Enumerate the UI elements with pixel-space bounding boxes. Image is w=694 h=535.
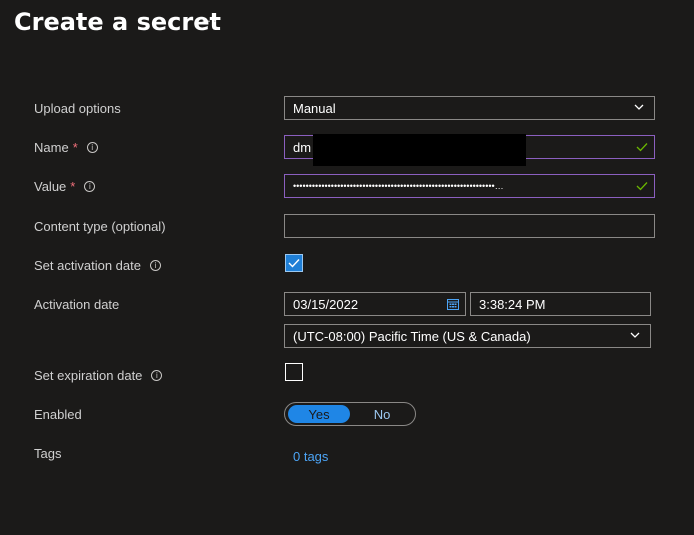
redaction-block <box>313 134 526 166</box>
set-expiration-checkbox[interactable] <box>285 363 303 381</box>
set-activation-label-text: Set activation date <box>34 258 141 273</box>
timezone-value: (UTC-08:00) Pacific Time (US & Canada) <box>293 328 531 344</box>
content-type-input[interactable] <box>284 214 655 238</box>
enabled-toggle[interactable]: Yes No <box>284 402 416 426</box>
set-expiration-label-text: Set expiration date <box>34 368 143 383</box>
name-label-text: Name <box>34 140 69 155</box>
secret-value-input[interactable]: ••••••••••••••••••••••••••••••••••••••••… <box>284 174 655 198</box>
info-icon[interactable]: i <box>86 142 98 153</box>
enabled-yes-option[interactable]: Yes <box>288 405 350 423</box>
chevron-down-icon <box>634 104 644 110</box>
activation-date-label: Activation date <box>34 297 119 312</box>
activation-date-input[interactable]: 03/15/2022 <box>284 292 466 316</box>
upload-options-select[interactable]: Manual <box>284 96 655 120</box>
checkmark-icon <box>636 182 648 191</box>
set-activation-checkbox[interactable] <box>285 254 303 272</box>
info-icon[interactable]: i <box>149 260 161 271</box>
set-expiration-label: Set expiration date i <box>34 368 163 383</box>
activation-date-value: 03/15/2022 <box>293 296 359 312</box>
enabled-no-option[interactable]: No <box>351 405 413 423</box>
enabled-label-text: Enabled <box>34 407 82 422</box>
upload-options-value: Manual <box>293 100 336 116</box>
name-value: dm <box>293 139 312 155</box>
required-marker: * <box>70 179 76 194</box>
tags-label-text: Tags <box>34 446 62 461</box>
info-icon[interactable]: i <box>151 370 163 381</box>
checkmark-icon <box>288 259 300 268</box>
enabled-label: Enabled <box>34 407 82 422</box>
set-activation-label: Set activation date i <box>34 258 161 273</box>
chevron-down-icon <box>630 332 640 338</box>
info-icon[interactable]: i <box>84 181 96 192</box>
checkmark-icon <box>636 143 648 152</box>
activation-date-label-text: Activation date <box>34 297 120 312</box>
value-label-text: Value <box>34 179 67 194</box>
timezone-select[interactable]: (UTC-08:00) Pacific Time (US & Canada) <box>284 324 651 348</box>
secret-value: ••••••••••••••••••••••••••••••••••••••••… <box>293 181 504 191</box>
activation-time-input[interactable]: 3:38:24 PM <box>470 292 651 316</box>
required-marker: * <box>72 140 78 155</box>
content-type-label-text: Content type (optional) <box>34 219 166 234</box>
tags-link[interactable]: 0 tags <box>293 449 328 464</box>
more-options-button[interactable]: ··· <box>201 12 218 28</box>
value-label: Value * i <box>34 179 96 194</box>
activation-time-value: 3:38:24 PM <box>479 296 546 312</box>
upload-options-label: Upload options <box>34 101 121 116</box>
content-type-label: Content type (optional) <box>34 219 166 234</box>
page-title: Create a secret <box>14 8 221 36</box>
name-label: Name * i <box>34 140 98 155</box>
upload-options-label-text: Upload options <box>34 101 121 116</box>
tags-label: Tags <box>34 446 61 461</box>
calendar-icon[interactable] <box>447 298 459 310</box>
